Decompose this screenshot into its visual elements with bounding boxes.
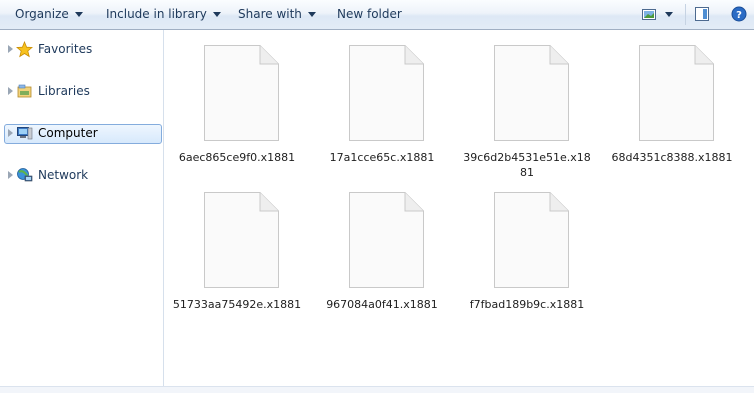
file-item[interactable]: 51733aa75492e.x1881 (168, 191, 306, 331)
chevron-down-icon (74, 12, 83, 17)
file-name: 39c6d2b4531e51e.x1881 (463, 151, 591, 179)
navigation-pane: Favorites Libraries Computer Network (0, 30, 164, 392)
chevron-down-icon (307, 12, 316, 17)
file-item[interactable]: 68d4351c8388.x1881 (603, 44, 741, 184)
network-icon (17, 168, 33, 182)
blank-file-icon (494, 192, 569, 288)
file-item[interactable]: 39c6d2b4531e51e.x1881 (458, 44, 596, 184)
new-folder-label: New folder (337, 7, 402, 21)
organize-label: Organize (15, 7, 69, 21)
view-options-chevron-icon[interactable] (665, 12, 673, 17)
sidebar-item-label: Favorites (38, 42, 93, 56)
organize-button[interactable]: Organize (15, 0, 83, 29)
expand-arrow-icon[interactable] (8, 129, 13, 137)
file-name: 6aec865ce9f0.x1881 (178, 151, 296, 164)
star-icon (16, 41, 33, 58)
file-name: 17a1cce65c.x1881 (329, 151, 435, 164)
share-with-label: Share with (238, 7, 302, 21)
include-in-library-label: Include in library (106, 7, 207, 21)
sidebar-item-favorites[interactable]: Favorites (4, 40, 162, 60)
libraries-icon (17, 84, 32, 98)
file-item[interactable]: 17a1cce65c.x1881 (313, 44, 451, 184)
share-with-button[interactable]: Share with (238, 0, 316, 29)
sidebar-item-label: Network (38, 168, 89, 182)
toolbar-divider (685, 4, 686, 25)
expand-arrow-icon[interactable] (8, 45, 13, 53)
sidebar-item-libraries[interactable]: Libraries (4, 82, 162, 102)
chevron-down-icon (212, 12, 221, 17)
file-name: f7fbad189b9c.x1881 (469, 298, 585, 311)
blank-file-icon (204, 45, 279, 141)
sidebar-item-computer[interactable]: Computer (4, 124, 162, 144)
command-bar: Organize Include in library Share with N… (0, 0, 754, 30)
file-name: 51733aa75492e.x1881 (172, 298, 302, 311)
file-item[interactable]: 967084a0f41.x1881 (313, 191, 451, 331)
sidebar-item-label: Libraries (38, 84, 90, 98)
file-name: 967084a0f41.x1881 (326, 298, 438, 311)
preview-pane-icon[interactable] (694, 6, 710, 22)
blank-file-icon (349, 192, 424, 288)
blank-file-icon (349, 45, 424, 141)
blank-file-icon (494, 45, 569, 141)
sidebar-item-label: Computer (38, 126, 98, 140)
help-icon[interactable]: ? (731, 6, 747, 22)
new-folder-button[interactable]: New folder (337, 0, 402, 29)
expand-arrow-icon[interactable] (8, 171, 13, 179)
file-item[interactable]: 6aec865ce9f0.x1881 (168, 44, 306, 184)
blank-file-icon (639, 45, 714, 141)
include-in-library-button[interactable]: Include in library (106, 0, 221, 29)
expand-arrow-icon[interactable] (8, 87, 13, 95)
file-item[interactable]: f7fbad189b9c.x1881 (458, 191, 596, 331)
file-name: 68d4351c8388.x1881 (611, 151, 733, 164)
help-glyph: ? (736, 10, 742, 21)
sidebar-item-network[interactable]: Network (4, 166, 162, 186)
blank-file-icon (204, 192, 279, 288)
computer-icon (17, 127, 33, 140)
file-list: 6aec865ce9f0.x1881 17a1cce65c.x1881 39c6… (164, 30, 754, 386)
change-view-icon[interactable] (641, 6, 657, 22)
